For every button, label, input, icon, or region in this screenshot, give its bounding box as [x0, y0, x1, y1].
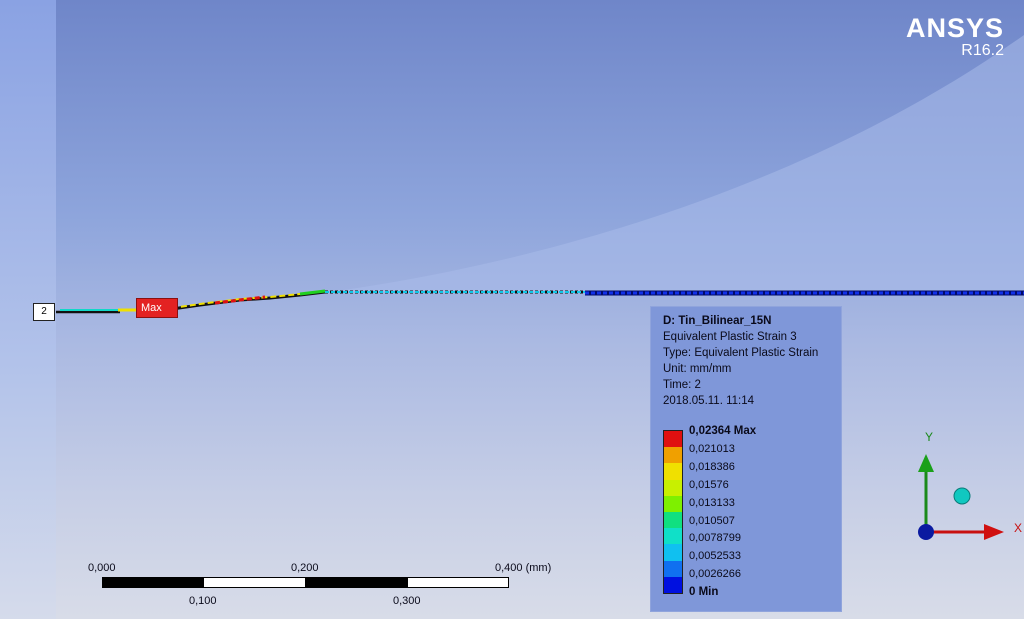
legend-level-label-8: 0,0026266	[689, 568, 741, 581]
legend-level-label-0: 0,02364 Max	[689, 425, 757, 437]
legend-level-label-4: 0,013133	[689, 496, 735, 509]
triad-origin-icon	[918, 524, 934, 540]
legend-swatch-0	[664, 431, 682, 448]
scale-bar: 0,000 0,200 0,400 (mm) 0,100 0,300	[88, 562, 568, 612]
ansys-logo: ANSYS R16.2	[906, 14, 1004, 60]
legend-unit: Unit: mm/mm	[663, 363, 732, 375]
scale-tick-top-1: 0,200	[291, 562, 319, 574]
legend-swatch-7	[664, 544, 682, 561]
legend-swatch-min	[664, 576, 682, 593]
legend-level-label-5: 0,010507	[689, 514, 735, 527]
scale-segment-3	[305, 577, 408, 588]
legend-level-label-1: 0,021013	[689, 442, 735, 455]
scale-tick-top-2: 0,400 (mm)	[495, 562, 552, 574]
result-legend[interactable]: D: Tin_Bilinear_15N Equivalent Plastic S…	[650, 306, 842, 612]
isometric-view-ball-icon[interactable]	[953, 487, 971, 505]
legend-swatch-5	[664, 511, 682, 529]
legend-result-name: Equivalent Plastic Strain 3	[663, 331, 797, 343]
scale-tick-bottom-0: 0,100	[189, 595, 217, 607]
legend-swatch-1	[664, 447, 682, 464]
legend-swatch-3	[664, 479, 682, 496]
legend-level-label-9: 0 Min	[689, 586, 719, 599]
triad-x-label: X	[1014, 521, 1023, 535]
legend-swatch-2	[664, 463, 682, 480]
triad-x-arrow-icon	[984, 524, 1004, 540]
scale-tick-top-0: 0,000	[88, 562, 116, 574]
max-probe-tag[interactable]: Max	[136, 298, 178, 318]
legend-level-label-2: 0,018386	[689, 460, 735, 473]
legend-color-bar	[663, 430, 683, 594]
legend-level-label-7: 0,0052533	[689, 550, 741, 563]
legend-level-label-3: 0,01576	[689, 478, 729, 491]
scale-segment-1	[102, 577, 204, 588]
legend-timestamp: 2018.05.11. 11:14	[663, 395, 755, 407]
legend-level-label-6: 0,0078799	[689, 532, 741, 545]
legend-time: Time: 2	[663, 379, 701, 391]
legend-swatch-8	[664, 560, 682, 577]
legend-info: D: Tin_Bilinear_15N Equivalent Plastic S…	[663, 313, 818, 409]
legend-type: Type: Equivalent Plastic Strain	[663, 347, 819, 359]
node-tag[interactable]: 2	[33, 303, 55, 321]
brand-version: R16.2	[961, 42, 1004, 59]
legend-swatch-4	[664, 495, 682, 512]
scale-tick-bottom-1: 0,300	[393, 595, 421, 607]
legend-title: D: Tin_Bilinear_15N	[663, 315, 772, 327]
triad-y-arrow-icon	[918, 454, 934, 472]
triad-y-label: Y	[925, 430, 934, 444]
scale-segment-2	[203, 577, 306, 588]
brand-name: ANSYS	[905, 13, 1004, 43]
legend-swatch-6	[664, 528, 682, 545]
scale-segment-4	[407, 577, 509, 588]
